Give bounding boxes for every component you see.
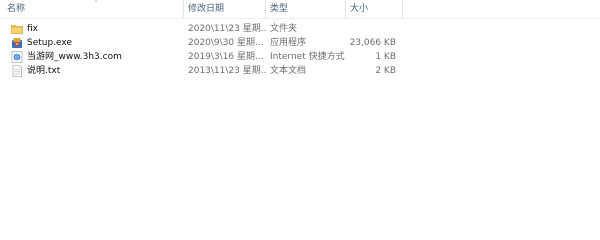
column-header-date[interactable]: 修改日期: [188, 0, 264, 18]
file-explorer: ⌃ 名称 修改日期 类型 大小 fix 2020\11\23 星期... 文件夹: [0, 0, 600, 240]
file-size: 1 KB: [375, 52, 396, 62]
column-divider[interactable]: [265, 0, 266, 18]
file-type: 应用程序: [270, 38, 307, 48]
file-list: fix 2020\11\23 星期... 文件夹 Setup.exe 2020\…: [0, 22, 600, 78]
file-name: Setup.exe: [27, 38, 73, 48]
file-row-text-file[interactable]: 说明.txt 2013\11\23 星期... 文本文档 2 KB: [0, 64, 600, 78]
column-header-name[interactable]: 名称: [7, 0, 177, 18]
text-file-icon: [11, 65, 23, 77]
file-date: 2020\9\30 星期...: [188, 38, 264, 48]
file-row-setup-exe[interactable]: Setup.exe 2020\9\30 星期... 应用程序 23,066 KB: [0, 36, 600, 50]
file-size: [340, 22, 396, 36]
file-size: 2 KB: [375, 66, 396, 76]
column-header-bar: ⌃ 名称 修改日期 类型 大小: [0, 0, 600, 19]
file-row-fix[interactable]: fix 2020\11\23 星期... 文件夹: [0, 22, 600, 36]
file-name: 说明.txt: [27, 66, 61, 76]
file-type: Internet 快捷方式: [270, 52, 345, 62]
folder-icon: [11, 23, 23, 35]
file-date: 2013\11\23 星期...: [188, 66, 266, 76]
column-divider[interactable]: [345, 0, 346, 18]
internet-shortcut-icon: [11, 51, 23, 63]
file-type: 文件夹: [270, 24, 298, 34]
file-row-internet-shortcut[interactable]: 当游网_www.3h3.com 2019\3\16 星期... Internet…: [0, 50, 600, 64]
file-name: fix: [27, 24, 38, 34]
file-date: 2020\11\23 星期...: [188, 24, 266, 34]
column-divider[interactable]: [183, 0, 184, 18]
setup-exe-icon: [11, 37, 23, 49]
column-header-size[interactable]: 大小: [350, 0, 400, 18]
column-divider[interactable]: [402, 0, 403, 18]
file-date: 2019\3\16 星期...: [188, 52, 264, 62]
file-size: 23,066 KB: [349, 38, 396, 48]
file-type: 文本文档: [270, 66, 307, 76]
file-name: 当游网_www.3h3.com: [27, 52, 122, 62]
column-header-type[interactable]: 类型: [270, 0, 346, 18]
